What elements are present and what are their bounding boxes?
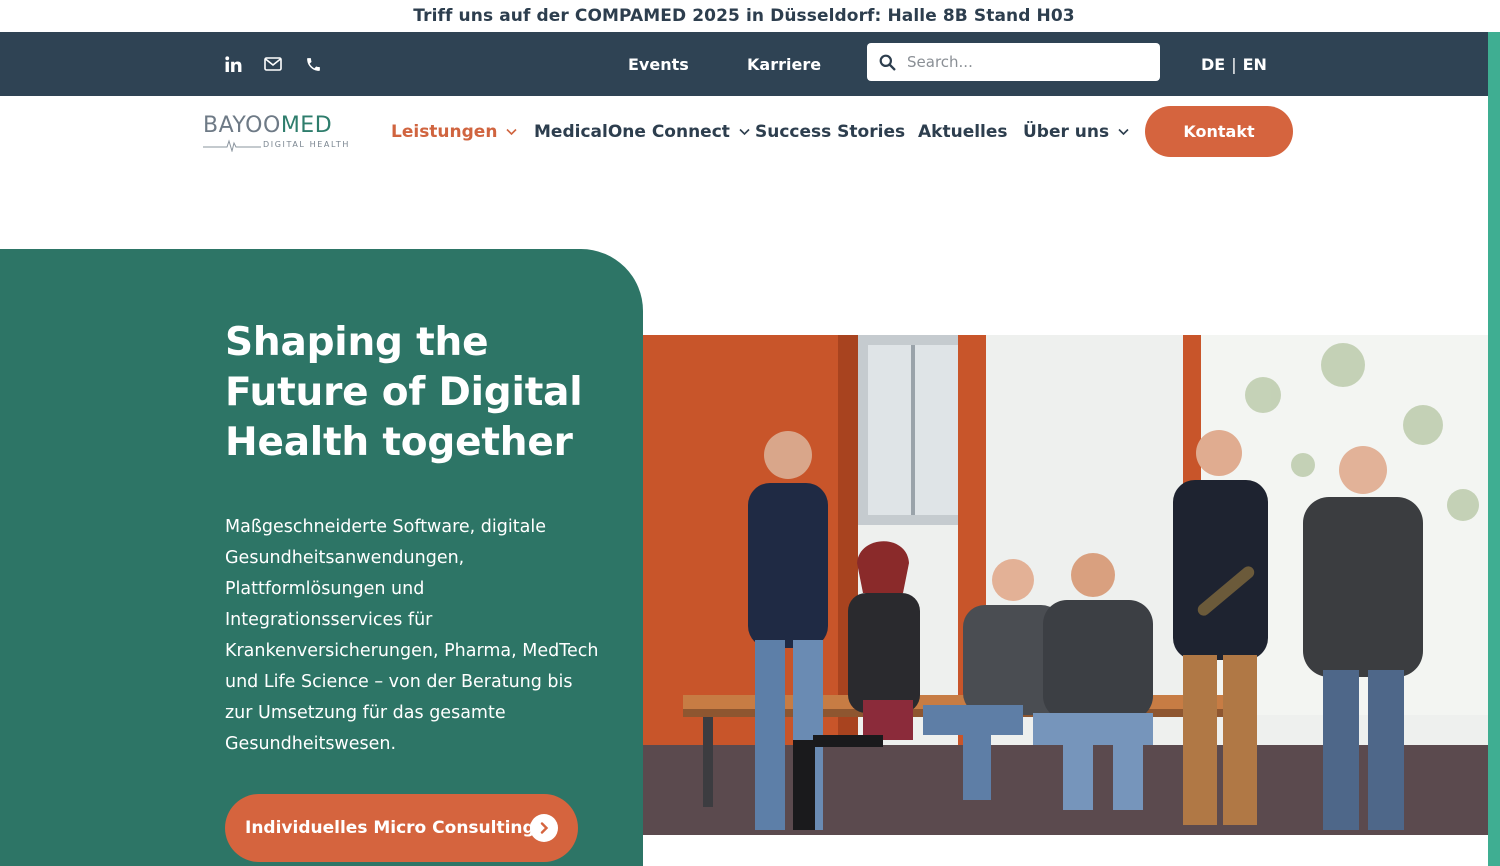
hero-text: Maßgeschneiderte Software, digitale Gesu…: [225, 517, 599, 754]
nav-item-medicalone-connect[interactable]: MedicalOne Connect: [534, 96, 750, 168]
nav-item-leistungen[interactable]: Leistungen: [391, 96, 518, 168]
topnav-events[interactable]: Events: [628, 32, 689, 96]
announcement-text[interactable]: Triff uns auf der COMPAMED 2025 in Düsse…: [413, 6, 1074, 26]
lang-de[interactable]: DE: [1201, 55, 1225, 74]
site-logo[interactable]: BAYOOMED DIGITAL HEALTH: [203, 114, 353, 154]
nav-item-label: Leistungen: [391, 122, 498, 142]
nav-item-label: MedicalOne Connect: [534, 122, 730, 142]
nav-item-label: Über uns: [1023, 122, 1110, 142]
nav-item-label: Success Stories: [755, 122, 906, 142]
logo-pulse-icon: [203, 139, 261, 152]
chevron-down-icon: [1118, 128, 1129, 136]
chevron-right-circle-icon: [530, 814, 558, 842]
nav-item-aktuelles[interactable]: Aktuelles: [918, 96, 1008, 168]
chevron-down-icon: [739, 128, 750, 136]
page: Triff uns auf der COMPAMED 2025 in Düsse…: [0, 0, 1500, 866]
linkedin-icon[interactable]: [222, 52, 244, 76]
logo-wordmark: BAYOOMED: [203, 113, 333, 138]
nav-item-label: Aktuelles: [918, 122, 1008, 142]
social-links: [222, 52, 324, 76]
nav-item-success-stories[interactable]: Success Stories: [755, 96, 905, 168]
mail-icon[interactable]: [262, 52, 284, 76]
lang-en[interactable]: EN: [1243, 55, 1267, 74]
logo-subtitle: DIGITAL HEALTH: [263, 140, 351, 149]
kontakt-button[interactable]: Kontakt: [1145, 106, 1293, 157]
main-nav: BAYOOMED DIGITAL HEALTH Leistungen Medic…: [0, 96, 1488, 168]
team-photo: [643, 335, 1488, 835]
search-icon: [878, 53, 896, 71]
search-input[interactable]: [907, 53, 1147, 71]
search-box[interactable]: [867, 43, 1160, 81]
chevron-down-icon: [506, 128, 518, 136]
scroll-edge-strip[interactable]: [1488, 0, 1500, 866]
top-bar: Events Karriere DE | EN: [0, 32, 1488, 96]
hero-title: Shaping the Future of Digital Health tog…: [225, 320, 583, 465]
cta-label: Individuelles Micro Consulting: [245, 818, 535, 838]
micro-consulting-button[interactable]: Individuelles Micro Consulting: [225, 794, 578, 862]
nav-item-ueber-uns[interactable]: Über uns: [1023, 96, 1129, 168]
announcement-bar[interactable]: Triff uns auf der COMPAMED 2025 in Düsse…: [0, 0, 1488, 32]
topnav-karriere[interactable]: Karriere: [747, 32, 821, 96]
lang-separator: |: [1231, 54, 1237, 74]
phone-icon[interactable]: [302, 52, 324, 76]
language-switcher: DE | EN: [1201, 32, 1267, 96]
